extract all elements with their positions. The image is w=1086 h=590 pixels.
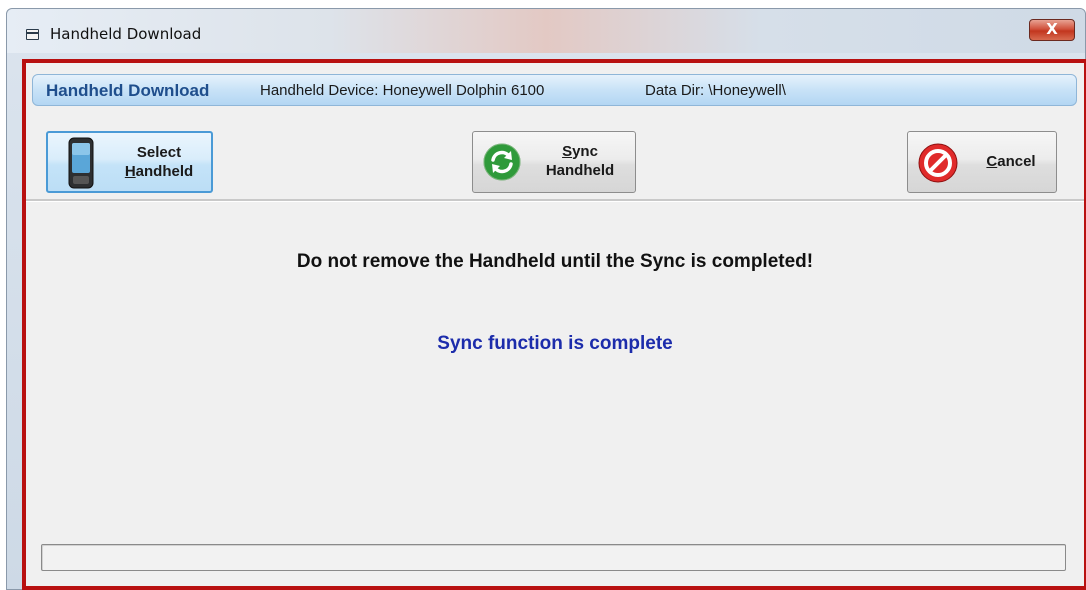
- info-bar-title: Handheld Download: [46, 81, 210, 100]
- select-handheld-label: Select Handheld: [113, 143, 205, 181]
- warning-message: Do not remove the Handheld until the Syn…: [296, 251, 814, 272]
- cancel-button[interactable]: Cancel: [907, 131, 1057, 193]
- handheld-device-icon: [68, 137, 94, 189]
- status-message: Sync function is complete: [437, 333, 673, 354]
- sync-label-line2: Handheld: [545, 162, 615, 179]
- sync-handheld-button[interactable]: Sync Handheld: [472, 131, 636, 193]
- dialog-content: Handheld Download Handheld Device: Honey…: [22, 59, 1086, 590]
- device-label: Handheld Device: Honeywell Dolphin 6100: [260, 82, 545, 99]
- select-label-line2: Handheld: [124, 163, 194, 180]
- sync-icon: [483, 143, 521, 181]
- close-button[interactable]: X: [1029, 19, 1075, 41]
- window-title: Handheld Download: [50, 25, 202, 43]
- progress-bar: [41, 544, 1066, 571]
- info-bar: Handheld Download Handheld Device: Honey…: [32, 74, 1077, 106]
- cancel-label: Cancel: [986, 153, 1036, 170]
- title-bar[interactable]: Handheld Download X: [7, 9, 1085, 53]
- data-dir-label: Data Dir: \Honeywell\: [645, 82, 786, 99]
- handheld-download-window: Handheld Download X Handheld Download Ha…: [6, 8, 1086, 590]
- sync-label-line1: Sync: [562, 143, 598, 160]
- select-handheld-button[interactable]: Select Handheld: [46, 131, 213, 193]
- cancel-icon: [918, 143, 958, 183]
- app-window-icon: [26, 29, 39, 40]
- sync-handheld-label: Sync Handheld: [531, 142, 629, 180]
- select-label-line1: Select: [136, 144, 182, 161]
- toolbar-divider: [26, 199, 1084, 202]
